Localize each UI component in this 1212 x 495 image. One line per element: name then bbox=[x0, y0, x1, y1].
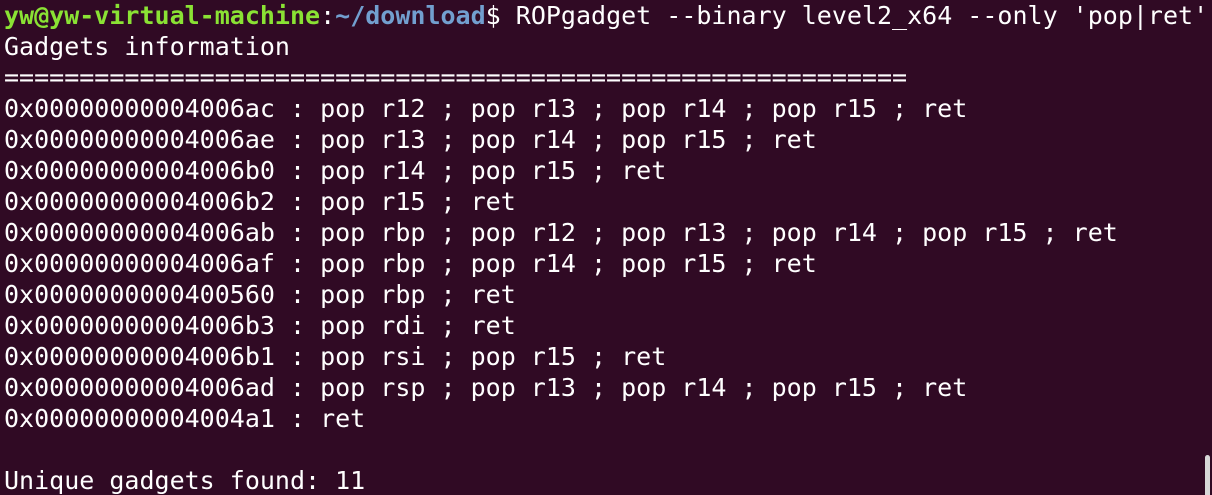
scrollbar[interactable] bbox=[1204, 0, 1212, 495]
output-header: Gadgets information bbox=[4, 32, 290, 61]
gadget-line: 0x00000000004006af : pop rbp ; pop r14 ;… bbox=[4, 249, 817, 278]
gadget-line: 0x00000000004006ad : pop rsp ; pop r13 ;… bbox=[4, 373, 968, 402]
gadget-line: 0x00000000004006ae : pop r13 ; pop r14 ;… bbox=[4, 125, 817, 154]
output-summary: Unique gadgets found: 11 bbox=[4, 466, 366, 495]
gadget-line: 0x00000000004006ab : pop rbp ; pop r12 ;… bbox=[4, 218, 1118, 247]
gadget-line: 0x00000000004006b0 : pop r14 ; pop r15 ;… bbox=[4, 156, 667, 185]
gadget-line: 0x00000000004006b3 : pop rdi ; ret bbox=[4, 311, 516, 340]
command-text: ROPgadget --binary level2_x64 --only 'po… bbox=[500, 1, 1209, 30]
prompt-dollar: $ bbox=[485, 1, 501, 30]
scrollbar-thumb[interactable] bbox=[1205, 455, 1210, 495]
prompt-line: yw@yw-virtual-machine:~/download$ ROPgad… bbox=[4, 0, 1208, 31]
gadget-line: 0x00000000004006ac : pop r12 ; pop r13 ;… bbox=[4, 94, 968, 123]
gadget-line: 0x00000000004004a1 : ret bbox=[4, 404, 366, 433]
gadget-line: 0x00000000004006b1 : pop rsi ; pop r15 ;… bbox=[4, 342, 667, 371]
prompt-user-host: yw@yw-virtual-machine bbox=[4, 1, 321, 30]
prompt-separator: : bbox=[320, 1, 336, 30]
output-divider: ========================================… bbox=[4, 63, 908, 92]
terminal-window[interactable]: yw@yw-virtual-machine:~/download$ ROPgad… bbox=[0, 0, 1212, 495]
gadget-line: 0x00000000004006b2 : pop r15 ; ret bbox=[4, 187, 516, 216]
gadget-line: 0x0000000000400560 : pop rbp ; ret bbox=[4, 280, 516, 309]
prompt-path: ~/download bbox=[335, 1, 486, 30]
